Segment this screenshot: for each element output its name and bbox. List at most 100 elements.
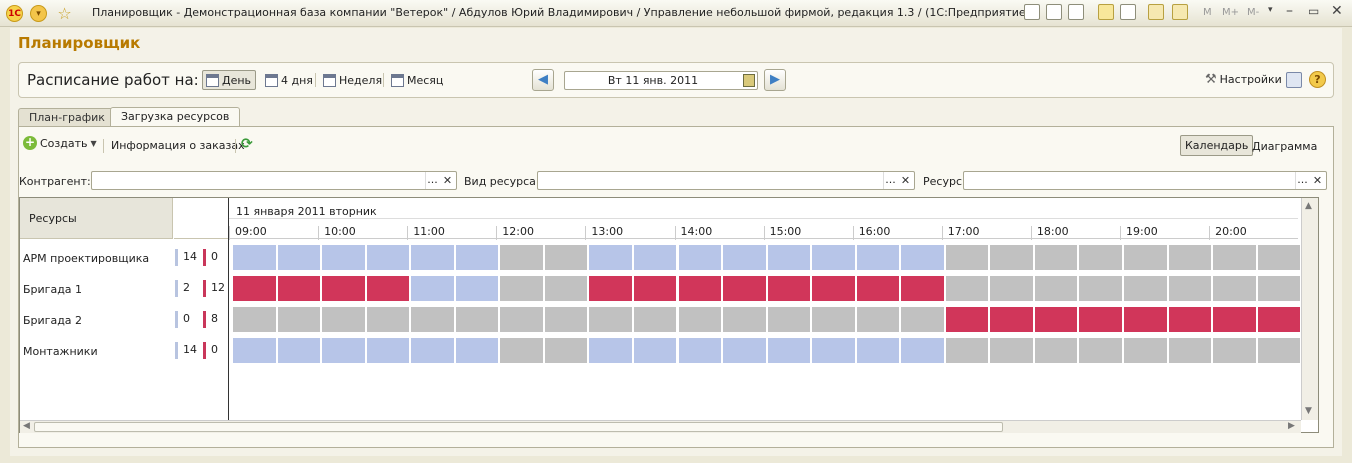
- schedule-cell-off[interactable]: [322, 307, 365, 332]
- schedule-cell-free[interactable]: [455, 276, 499, 301]
- refresh-icon[interactable]: ⟳: [241, 136, 253, 152]
- schedule-cell-off[interactable]: [1079, 338, 1122, 363]
- schedule-cell-free[interactable]: [678, 338, 722, 363]
- schedule-cell-off[interactable]: [990, 276, 1033, 301]
- save-icon[interactable]: [1024, 4, 1040, 20]
- schedule-cell-free[interactable]: [322, 245, 365, 270]
- schedule-cell-off[interactable]: [544, 245, 588, 270]
- bookmark-icon[interactable]: [1120, 4, 1136, 20]
- schedule-cell-busy[interactable]: [856, 276, 900, 301]
- horizontal-scroll-thumb[interactable]: [34, 422, 1003, 432]
- schedule-cell-busy[interactable]: [723, 276, 766, 301]
- prev-date-button[interactable]: ◀: [532, 69, 554, 91]
- schedule-cell-free[interactable]: [233, 245, 276, 270]
- schedule-cell-busy[interactable]: [366, 276, 410, 301]
- close-icon[interactable]: ✕: [1331, 3, 1343, 19]
- form-settings-icon[interactable]: [1286, 72, 1302, 88]
- schedule-cell-off[interactable]: [767, 307, 811, 332]
- schedule-cell-off[interactable]: [1079, 245, 1122, 270]
- schedule-cell-off[interactable]: [812, 307, 855, 332]
- schedule-cell-off[interactable]: [633, 307, 677, 332]
- schedule-cell-busy[interactable]: [1079, 307, 1122, 332]
- schedule-cell-busy[interactable]: [1257, 307, 1301, 332]
- schedule-cell-off[interactable]: [990, 245, 1033, 270]
- counterparty-field[interactable]: ... ✕: [91, 171, 457, 190]
- resource-type-clear-icon[interactable]: ✕: [899, 173, 912, 188]
- schedule-cell-off[interactable]: [1257, 245, 1301, 270]
- schedule-cell-busy[interactable]: [633, 276, 677, 301]
- schedule-cell-off[interactable]: [990, 338, 1033, 363]
- schedule-cell-free[interactable]: [455, 245, 499, 270]
- create-button[interactable]: + Создать ▼: [23, 136, 97, 150]
- schedule-cell-free[interactable]: [633, 338, 677, 363]
- schedule-cell-off[interactable]: [901, 307, 944, 332]
- schedule-cell-off[interactable]: [1213, 338, 1256, 363]
- schedule-cell-free[interactable]: [767, 338, 811, 363]
- schedule-cell-busy[interactable]: [1124, 307, 1167, 332]
- schedule-cell-off[interactable]: [945, 245, 989, 270]
- schedule-cell-busy[interactable]: [1168, 307, 1212, 332]
- orders-info-button[interactable]: Информация о заказах: [111, 139, 245, 152]
- schedule-cell-free[interactable]: [812, 338, 855, 363]
- counterparty-clear-icon[interactable]: ✕: [441, 173, 454, 188]
- schedule-cell-free[interactable]: [767, 245, 811, 270]
- memory-minus-button[interactable]: M-: [1247, 7, 1259, 18]
- schedule-cell-off[interactable]: [1034, 276, 1078, 301]
- resource-type-select-button[interactable]: ...: [883, 172, 897, 189]
- schedule-cell-off[interactable]: [723, 307, 766, 332]
- schedule-cell-off[interactable]: [945, 338, 989, 363]
- horizontal-scrollbar[interactable]: ◀ ▶: [20, 420, 1301, 433]
- schedule-cell-free[interactable]: [455, 338, 499, 363]
- calendar-view-button[interactable]: Календарь: [1180, 135, 1254, 156]
- schedule-cell-busy[interactable]: [901, 276, 944, 301]
- schedule-cell-busy[interactable]: [277, 276, 321, 301]
- schedule-cell-busy[interactable]: [322, 276, 365, 301]
- schedule-cell-off[interactable]: [1079, 276, 1122, 301]
- schedule-cell-off[interactable]: [1168, 276, 1212, 301]
- preview-icon[interactable]: [1068, 4, 1084, 20]
- schedule-cell-off[interactable]: [1213, 245, 1256, 270]
- schedule-cell-off[interactable]: [500, 245, 543, 270]
- schedule-cell-busy[interactable]: [990, 307, 1033, 332]
- schedule-cell-off[interactable]: [1168, 338, 1212, 363]
- date-field[interactable]: Вт 11 янв. 2011: [564, 71, 758, 90]
- schedule-cell-busy[interactable]: [1213, 307, 1256, 332]
- diagram-view-button[interactable]: Диаграмма: [1252, 140, 1317, 153]
- counterparty-select-button[interactable]: ...: [425, 172, 439, 189]
- schedule-cell-free[interactable]: [366, 338, 410, 363]
- schedule-cell-off[interactable]: [544, 338, 588, 363]
- app-logo-icon[interactable]: 1С: [6, 5, 23, 22]
- resource-field[interactable]: ... ✕: [963, 171, 1327, 190]
- scroll-right-icon[interactable]: ▶: [1288, 421, 1295, 431]
- resource-clear-icon[interactable]: ✕: [1311, 173, 1324, 188]
- main-menu-icon[interactable]: ▾: [30, 5, 47, 22]
- schedule-cell-busy[interactable]: [767, 276, 811, 301]
- resource-load-grid[interactable]: Ресурсы 11 января 2011 вторник 09:00 10:0…: [19, 197, 1319, 433]
- schedule-cell-busy[interactable]: [233, 276, 276, 301]
- schedule-cell-free[interactable]: [411, 245, 454, 270]
- schedule-cell-off[interactable]: [678, 307, 722, 332]
- schedule-cell-off[interactable]: [544, 276, 588, 301]
- schedule-cell-off[interactable]: [1257, 338, 1301, 363]
- schedule-cell-free[interactable]: [277, 245, 321, 270]
- schedule-cell-off[interactable]: [856, 307, 900, 332]
- add-favorite-icon[interactable]: [1098, 4, 1114, 20]
- schedule-cell-off[interactable]: [455, 307, 499, 332]
- resource-select-button[interactable]: ...: [1295, 172, 1309, 189]
- schedule-cell-busy[interactable]: [1034, 307, 1078, 332]
- schedule-cell-free[interactable]: [589, 245, 632, 270]
- tab-resource-load[interactable]: Загрузка ресурсов: [110, 107, 241, 127]
- schedule-cell-off[interactable]: [500, 338, 543, 363]
- schedule-cell-off[interactable]: [544, 307, 588, 332]
- schedule-cell-busy[interactable]: [812, 276, 855, 301]
- schedule-cell-off[interactable]: [1124, 276, 1167, 301]
- maximize-icon[interactable]: ▭: [1308, 4, 1319, 18]
- schedule-cell-off[interactable]: [1168, 245, 1212, 270]
- view-4days-button[interactable]: 4 дня: [262, 70, 317, 90]
- schedule-cell-free[interactable]: [322, 338, 365, 363]
- scroll-up-icon[interactable]: ▲: [1305, 201, 1312, 211]
- help-icon[interactable]: ?: [1309, 71, 1326, 88]
- schedule-cell-free[interactable]: [856, 338, 900, 363]
- print-icon[interactable]: [1046, 4, 1062, 20]
- calendar-icon[interactable]: [1172, 4, 1188, 20]
